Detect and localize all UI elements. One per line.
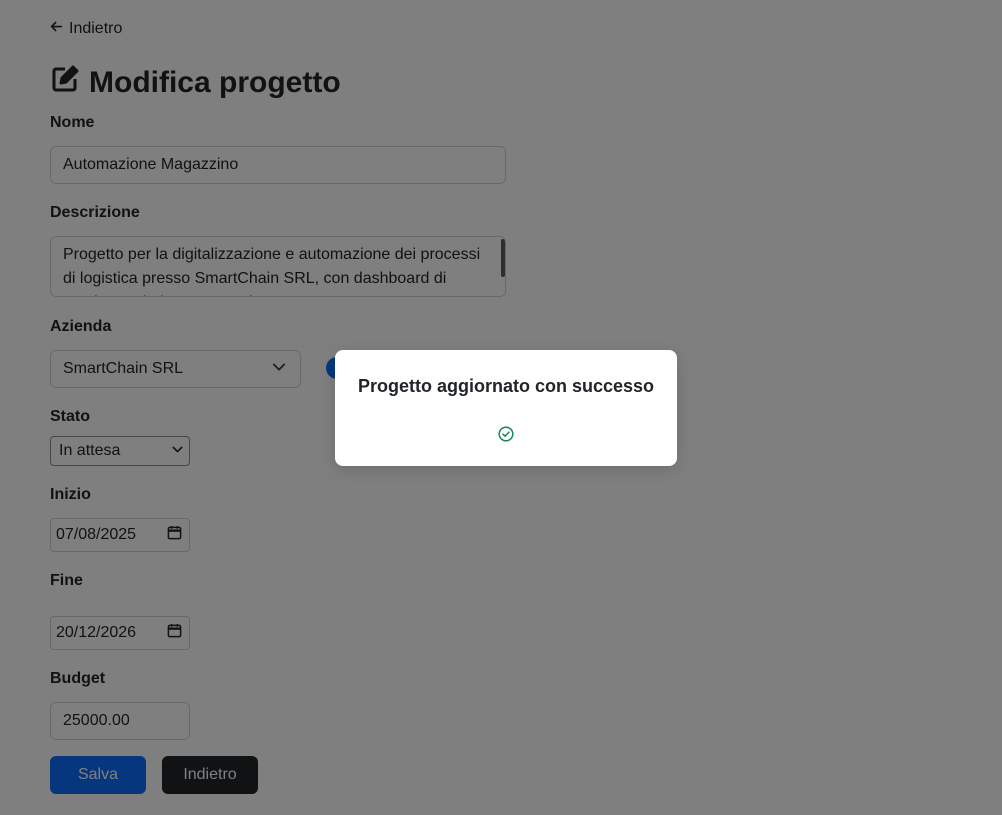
alert-message: Progetto aggiornato con successo xyxy=(357,376,655,396)
edit-project-page: Indietro Modifica progetto Nome Descrizi… xyxy=(0,0,1002,815)
check-circle-icon xyxy=(498,426,514,442)
success-alert: Progetto aggiornato con successo xyxy=(335,350,677,466)
